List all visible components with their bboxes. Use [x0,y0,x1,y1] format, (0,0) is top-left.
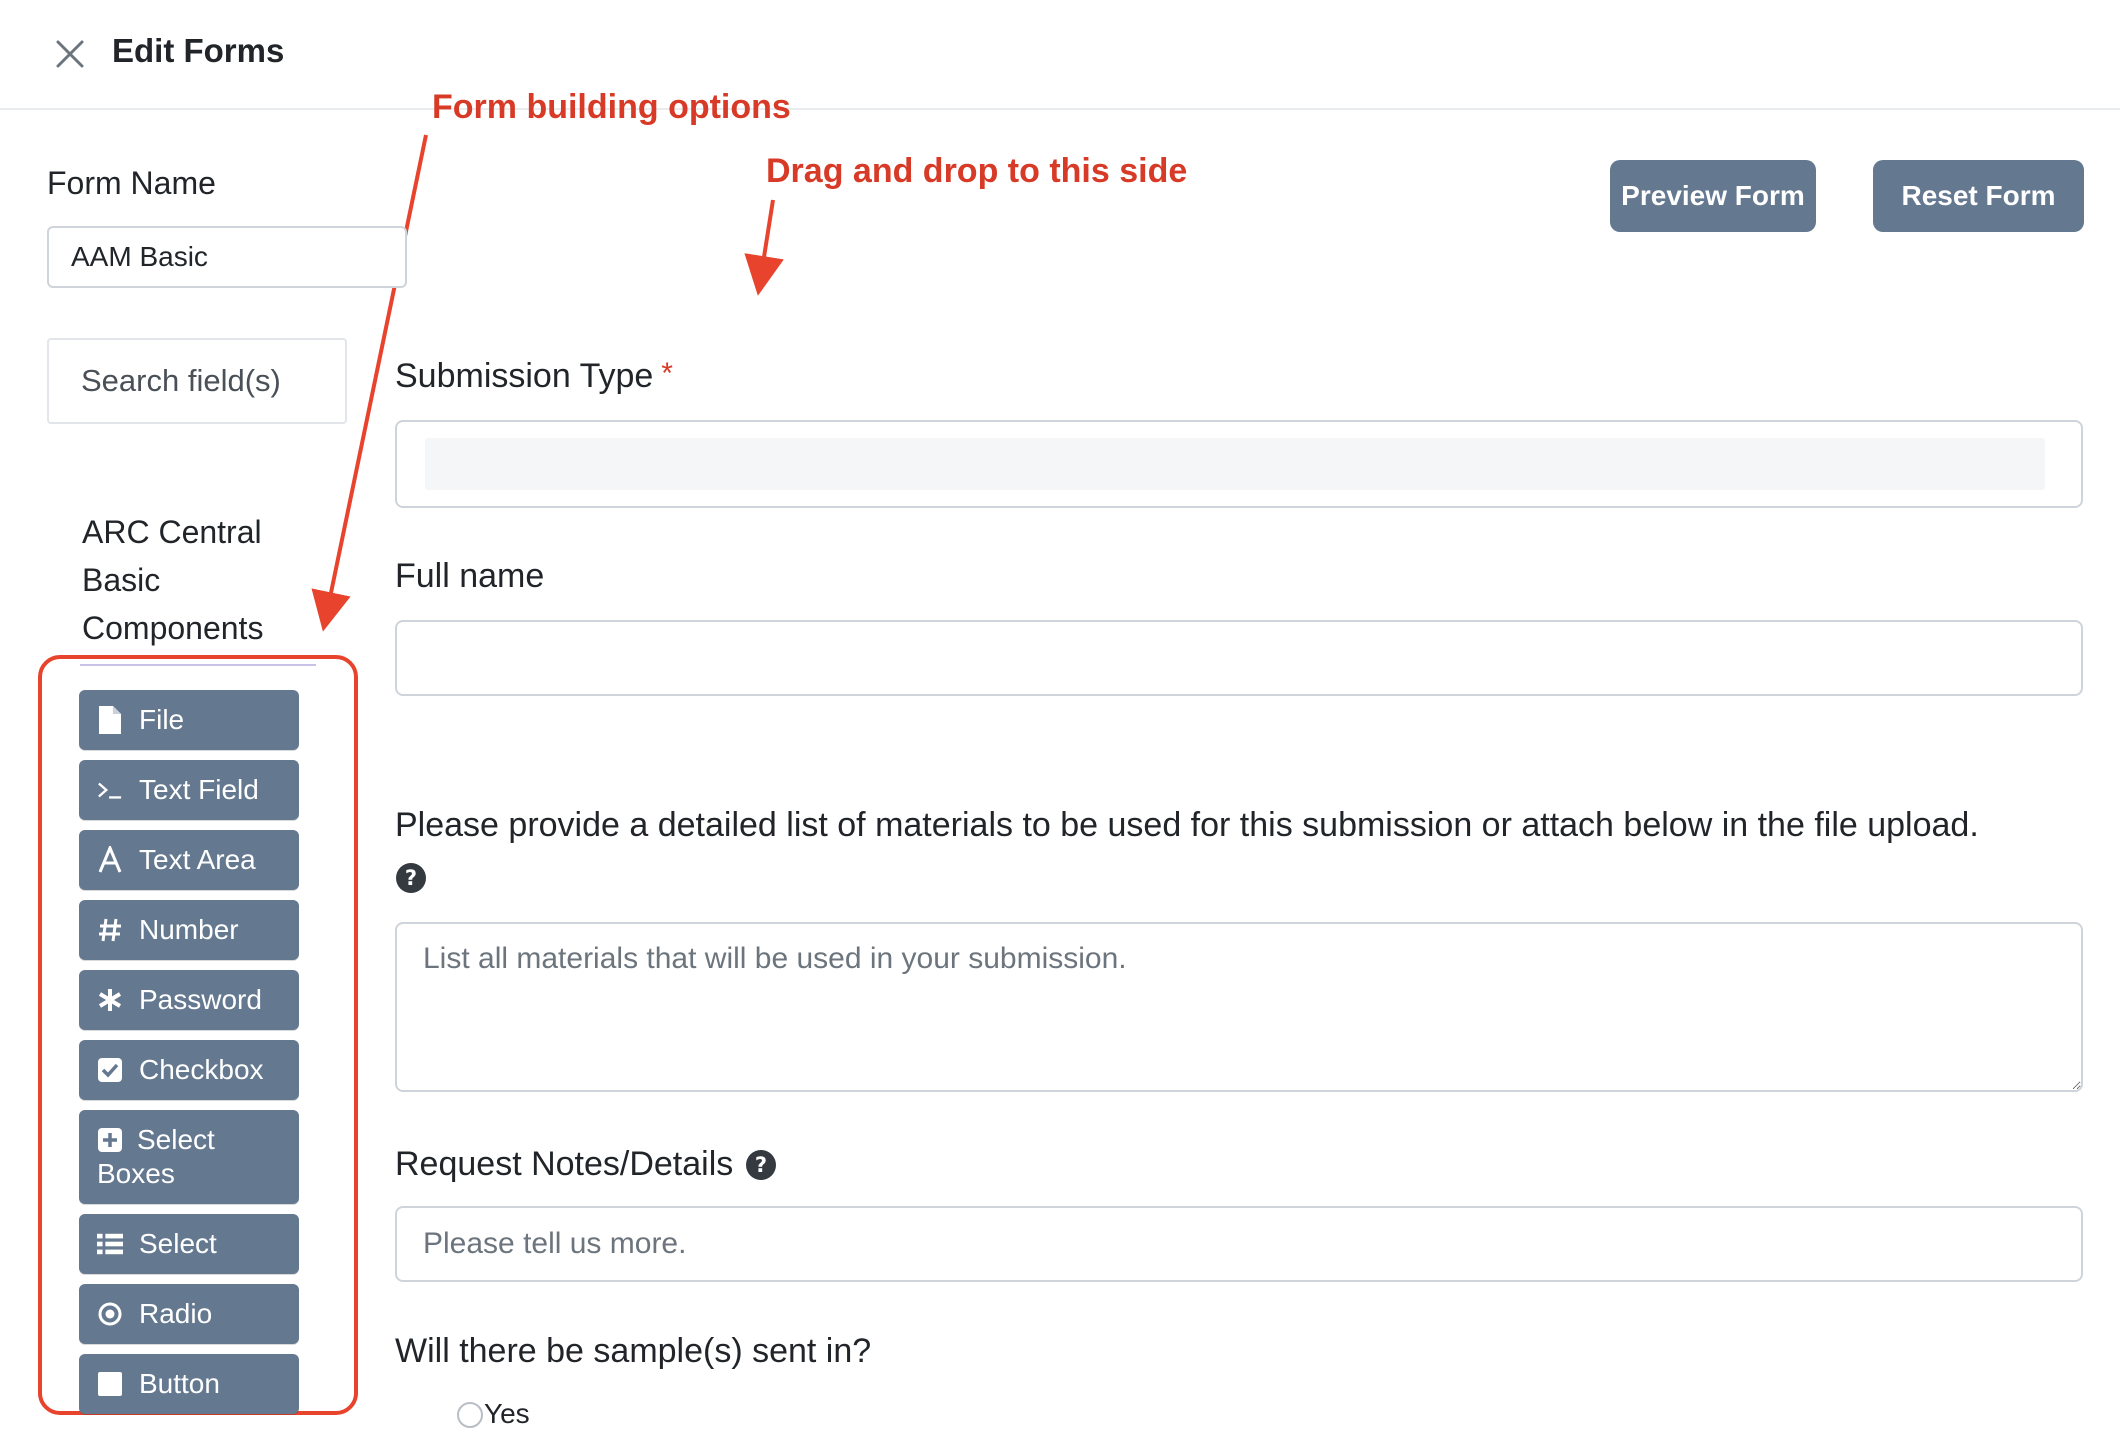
component-select[interactable]: Select [79,1214,299,1274]
annotation-form-building-options: Form building options [432,88,791,126]
asterisk-icon [97,983,123,1017]
submission-type-label: Submission Type * [395,357,673,396]
component-label: File [139,704,185,735]
svg-text:?: ? [405,866,417,890]
question-circle-icon[interactable]: ? [745,1149,777,1181]
component-label: Text Area [139,844,256,875]
component-label: Text Field [139,774,259,805]
stop-icon [97,1367,123,1401]
header-bar [0,0,2120,110]
arrow-to-form [744,199,784,296]
component-label: Number [139,914,239,945]
request-notes-input[interactable] [395,1206,2083,1282]
component-text-field[interactable]: Text Field [79,760,299,820]
component-label: Select [139,1228,217,1259]
question-circle-icon[interactable]: ? [395,862,427,899]
required-mark: * [661,357,673,390]
samples-yes-label: Yes [484,1398,530,1429]
plus-square-icon [97,1123,123,1157]
terminal-icon [97,773,123,807]
materials-label: Please provide a detailed list of materi… [395,806,1979,844]
component-text-area[interactable]: Text Area [79,830,299,890]
component-number[interactable]: Number [79,900,299,960]
file-icon [97,703,123,737]
hashtag-icon [97,913,123,947]
search-fields-input[interactable] [47,338,347,424]
close-icon[interactable] [50,34,90,74]
component-group-title[interactable]: ARC Central Basic Components [82,508,322,652]
component-label: Radio [139,1298,213,1329]
samples-question-label: Will there be sample(s) sent in? [395,1332,872,1370]
svg-text:?: ? [755,1153,767,1177]
dot-circle-icon [97,1297,123,1331]
page-title: Edit Forms [112,32,285,69]
component-label: Password [139,984,262,1015]
component-checkbox[interactable]: Checkbox [79,1040,299,1100]
component-label: Button [139,1368,220,1399]
component-label: Checkbox [139,1054,264,1085]
request-notes-label: Request Notes/Details ? [395,1145,777,1184]
submission-type-label-text: Submission Type [395,357,654,395]
reset-form-button[interactable]: Reset Form [1873,160,2084,232]
submission-type-select[interactable] [395,420,2083,508]
annotation-drag-and-drop: Drag and drop to this side [766,152,1188,190]
full-name-label: Full name [395,557,545,595]
list-icon [97,1227,123,1261]
materials-textarea[interactable] [395,922,2083,1092]
full-name-input[interactable] [395,620,2083,696]
component-radio[interactable]: Radio [79,1284,299,1344]
preview-form-button[interactable]: Preview Form [1610,160,1816,232]
component-file[interactable]: File [79,690,299,750]
component-select-boxes[interactable]: Select Boxes [79,1110,299,1204]
component-password[interactable]: Password [79,970,299,1030]
component-list: File Text Field Text Area Number Passwor… [79,690,299,1424]
form-name-input[interactable] [47,226,407,288]
submission-type-select-value [425,438,2045,490]
samples-yes-radio[interactable] [457,1402,483,1428]
font-icon [97,843,123,877]
check-square-icon [97,1053,123,1087]
component-button[interactable]: Button [79,1354,299,1414]
form-name-label: Form Name [47,165,216,201]
request-notes-label-text: Request Notes/Details [395,1145,734,1183]
